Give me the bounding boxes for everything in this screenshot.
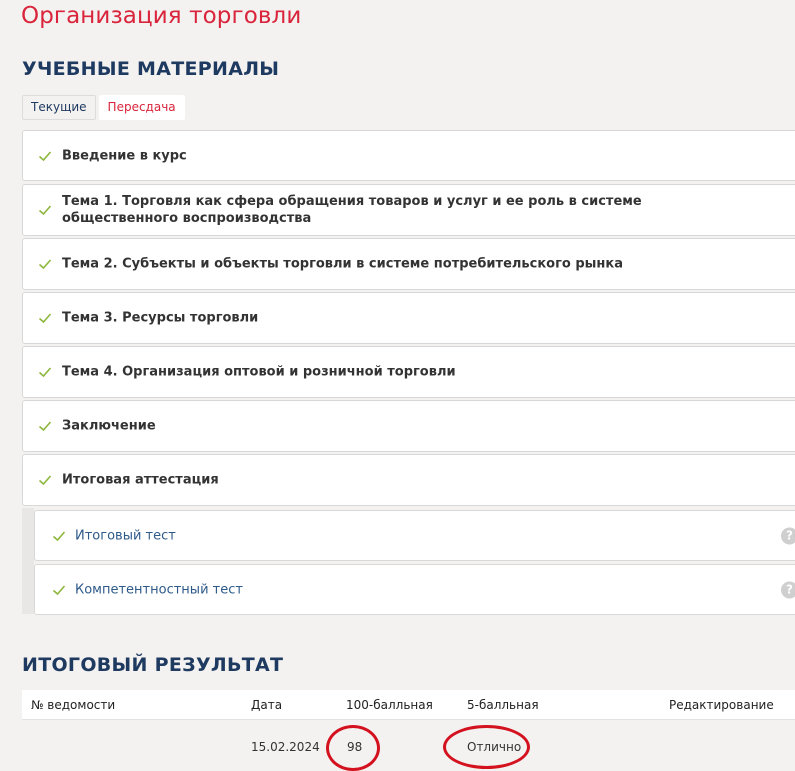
highlight-circle-score-100 xyxy=(326,725,380,771)
submodule-item-final-test[interactable]: Итоговый тест ? xyxy=(34,510,795,561)
check-icon xyxy=(38,259,52,270)
check-icon xyxy=(52,584,66,595)
materials-heading: УЧЕБНЫЕ МАТЕРИАЛЫ xyxy=(22,58,280,80)
module-label: Заключение xyxy=(62,418,156,434)
check-icon xyxy=(38,313,52,324)
submodule-indent xyxy=(22,508,34,614)
results-heading: ИТОГОВЫЙ РЕЗУЛЬТАТ xyxy=(22,654,284,676)
module-item-topic-3[interactable]: Тема 3. Ресурсы торговли xyxy=(22,292,795,344)
module-item-final-attestation[interactable]: Итоговая аттестация xyxy=(22,454,795,506)
check-icon xyxy=(38,367,52,378)
tab-retake[interactable]: Пересдача xyxy=(98,95,185,120)
module-label: Тема 4. Организация оптовой и розничной … xyxy=(62,364,456,380)
module-item-conclusion[interactable]: Заключение xyxy=(22,400,795,452)
page-title: Организация торговли xyxy=(21,3,302,29)
module-item-intro[interactable]: Введение в курс xyxy=(22,130,795,181)
check-icon xyxy=(38,205,52,216)
module-label: Итоговая аттестация xyxy=(62,472,219,488)
module-label: Тема 1. Торговля как сфера обращения тов… xyxy=(62,194,642,226)
col-score-100: 100-балльная xyxy=(346,698,433,712)
submodule-item-competency-test[interactable]: Компетентностный тест ? xyxy=(34,564,795,615)
check-icon xyxy=(38,150,52,161)
tab-current[interactable]: Текущие xyxy=(22,95,96,120)
highlight-circle-score-5 xyxy=(443,725,530,769)
module-label: Тема 2. Субъекты и объекты торговли в си… xyxy=(62,256,623,272)
submodule-label: Компетентностный тест xyxy=(75,582,243,597)
module-label: Введение в курс xyxy=(62,148,187,163)
check-icon xyxy=(38,421,52,432)
check-icon xyxy=(38,475,52,486)
submodule-label: Итоговый тест xyxy=(75,528,176,543)
question-icon[interactable]: ? xyxy=(781,527,795,544)
materials-tabs: Текущие Пересдача xyxy=(22,95,185,120)
cell-date: 15.02.2024 xyxy=(251,740,320,754)
module-item-topic-2[interactable]: Тема 2. Субъекты и объекты торговли в си… xyxy=(22,238,795,290)
col-score-5: 5-балльная xyxy=(467,698,539,712)
col-statement-no: № ведомости xyxy=(31,698,116,712)
question-icon[interactable]: ? xyxy=(781,581,795,598)
col-edit: Редактирование xyxy=(669,698,774,712)
module-item-topic-4[interactable]: Тема 4. Организация оптовой и розничной … xyxy=(22,346,795,398)
module-item-topic-1[interactable]: Тема 1. Торговля как сфера обращения тов… xyxy=(22,184,795,236)
check-icon xyxy=(52,530,66,541)
module-label: Тема 3. Ресурсы торговли xyxy=(62,310,259,326)
col-date: Дата xyxy=(251,698,283,712)
